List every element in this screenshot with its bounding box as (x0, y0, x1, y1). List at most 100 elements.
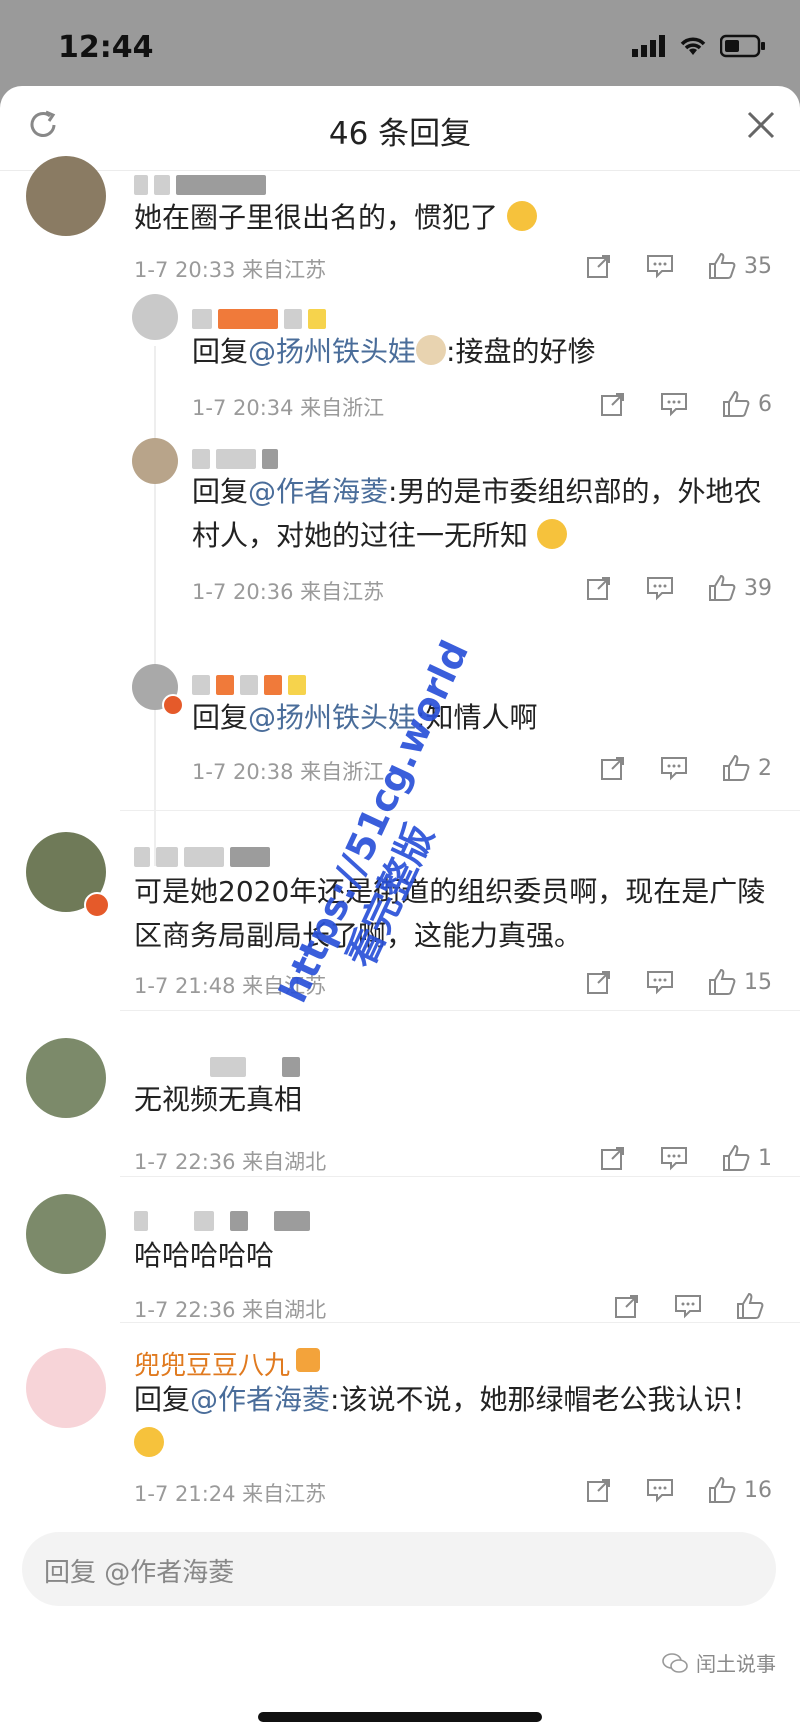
reply-input[interactable]: 回复 @作者海菱 (22, 1532, 776, 1606)
cat-emoji-icon (416, 335, 447, 365)
wifi-icon (680, 37, 706, 55)
like-button[interactable]: 2 (722, 754, 772, 782)
comment-button[interactable] (660, 1145, 688, 1171)
comment-actions: 1 (566, 1144, 772, 1172)
avatar[interactable] (26, 1038, 106, 1118)
like-button[interactable]: 1 (722, 1144, 772, 1172)
comment-button[interactable] (646, 253, 674, 279)
reply-text: 回复@作者海菱:男的是市委组织部的，外地农村人，对她的过往一无所知 (192, 470, 762, 558)
thumbs-up-icon (723, 754, 750, 781)
comment-actions: 16 (552, 1476, 772, 1504)
avatar[interactable] (26, 1348, 106, 1428)
username-blurred[interactable] (134, 1210, 310, 1232)
comment-button[interactable] (674, 1293, 702, 1319)
signal-icon (632, 35, 665, 57)
username[interactable]: 兜兜豆豆八九 (134, 1346, 321, 1381)
like-button[interactable] (736, 1292, 772, 1320)
verified-badge-icon (162, 694, 184, 716)
like-button[interactable]: 35 (708, 252, 772, 280)
comment-button[interactable] (646, 969, 674, 995)
comment-meta: 1-7 20:34 来自浙江 (192, 396, 385, 420)
home-indicator[interactable] (258, 1712, 542, 1722)
username-blurred[interactable] (192, 674, 306, 696)
comment-icon (661, 393, 687, 417)
comment-icon (647, 255, 673, 279)
status-time: 12:44 (58, 30, 154, 65)
comment-button[interactable] (660, 391, 688, 417)
mention-link[interactable]: @扬州铁头娃 (248, 335, 416, 368)
share-icon (587, 1479, 610, 1502)
comment-icon (661, 757, 687, 781)
comment-text: 无视频无真相 (134, 1083, 303, 1116)
laugh-cry-emoji-icon (134, 1427, 164, 1457)
share-button[interactable] (586, 575, 612, 601)
divider (120, 1010, 800, 1011)
comment-actions: 35 (552, 252, 772, 280)
status-bar: 12:44 (0, 0, 800, 92)
share-button[interactable] (586, 253, 612, 279)
divider (120, 1322, 800, 1323)
comment-meta: 1-7 20:33 来自江苏 (134, 258, 327, 282)
comment-body: 她在圈子里很出名的，惯犯了 (134, 201, 499, 234)
share-button[interactable] (600, 1145, 626, 1171)
thumbs-up-icon (709, 1476, 736, 1503)
comment-meta: 1-7 20:38 来自浙江 (192, 760, 385, 784)
mention-link[interactable]: @作者海菱 (248, 475, 388, 508)
username-blurred[interactable] (192, 448, 278, 470)
reply-prefix: 回复 (192, 701, 249, 734)
wechat-icon (662, 1652, 688, 1673)
close-button[interactable] (746, 110, 776, 144)
share-button[interactable] (586, 1477, 612, 1503)
thumbs-up-icon (709, 252, 736, 279)
username-blurred[interactable] (134, 846, 270, 868)
comment-meta: 1-7 20:36 来自江苏 (192, 580, 385, 604)
like-button[interactable]: 16 (708, 1476, 772, 1504)
avatar[interactable] (132, 294, 178, 340)
share-icon (601, 1147, 624, 1170)
comment-actions (580, 1292, 772, 1320)
share-button[interactable] (614, 1293, 640, 1319)
share-icon (601, 393, 624, 416)
crying-emoji-icon (536, 519, 567, 549)
comment-actions: 39 (552, 574, 772, 602)
close-icon (747, 111, 775, 139)
comment-icon (661, 1147, 687, 1171)
divider (120, 810, 800, 811)
username-blurred[interactable] (210, 1056, 300, 1078)
comment-icon (647, 971, 673, 995)
like-count: 16 (744, 1477, 772, 1503)
comment-button[interactable] (646, 575, 674, 601)
reply-prefix: 回复 (192, 475, 249, 508)
avatar[interactable] (26, 156, 106, 236)
comment-meta: 1-7 22:36 来自湖北 (134, 1298, 327, 1322)
comment-button[interactable] (646, 1477, 674, 1503)
sheet-header: 46 条回复 (0, 86, 800, 171)
laugh-cry-emoji-icon (506, 201, 537, 231)
username-text: 兜兜豆豆八九 (134, 1350, 291, 1381)
reply-text: 回复@作者海菱:该说不说，她那绿帽老公我认识！ (134, 1378, 774, 1466)
avatar[interactable] (26, 1194, 106, 1274)
thumbs-up-icon (709, 574, 736, 601)
like-button[interactable]: 15 (708, 968, 772, 996)
comment-meta: 1-7 22:36 来自湖北 (134, 1150, 327, 1174)
avatar[interactable] (132, 438, 178, 484)
crown-badge-icon (296, 1348, 321, 1372)
like-button[interactable]: 39 (708, 574, 772, 602)
verified-badge-icon (84, 892, 110, 918)
share-button[interactable] (600, 391, 626, 417)
username-blurred[interactable] (192, 308, 326, 330)
comment-button[interactable] (660, 755, 688, 781)
like-button[interactable]: 6 (722, 390, 772, 418)
thumbs-up-icon (723, 1144, 750, 1171)
mention-link[interactable]: @作者海菱 (190, 1383, 330, 1416)
divider (120, 1176, 800, 1177)
username-blurred[interactable] (134, 174, 266, 196)
comment-text: 她在圈子里很出名的，惯犯了 (134, 196, 537, 240)
share-button[interactable] (586, 969, 612, 995)
brand-text: 闰土说事 (696, 1652, 776, 1676)
comment-actions: 2 (566, 754, 772, 782)
share-button[interactable] (600, 755, 626, 781)
share-icon (587, 577, 610, 600)
comment-meta: 1-7 21:24 来自江苏 (134, 1482, 327, 1506)
reply-prefix: 回复 (134, 1383, 191, 1416)
